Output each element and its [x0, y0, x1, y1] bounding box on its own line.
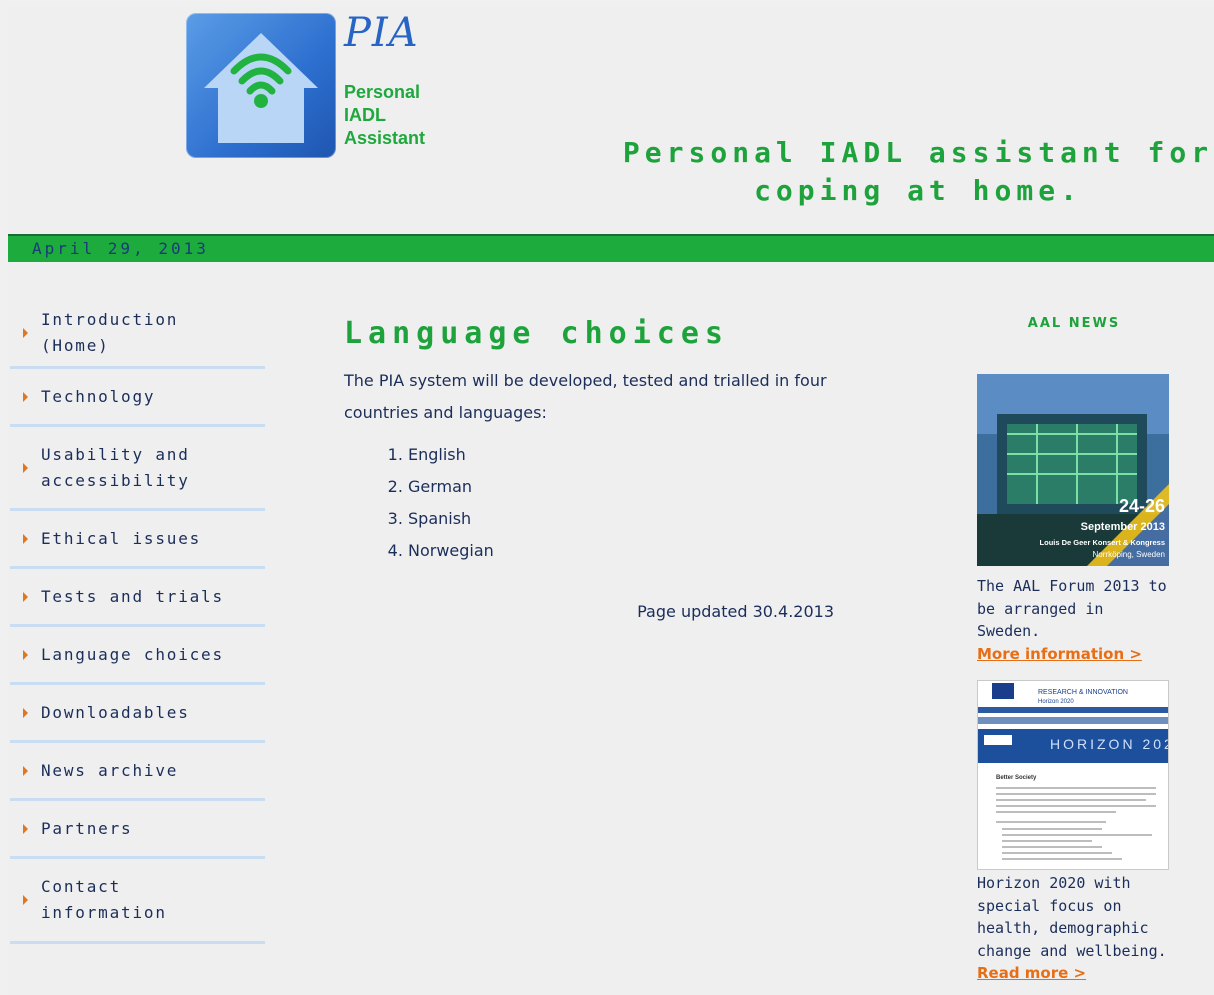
list-item: German	[408, 471, 844, 503]
arrow-right-icon	[23, 895, 28, 905]
sidebar-item-contact[interactable]: Contact information	[10, 859, 265, 944]
sidebar-item-label[interactable]: Usability and accessibility	[41, 442, 190, 494]
arrow-right-icon	[23, 649, 28, 660]
intro-text: The PIA system will be developed, tested…	[344, 371, 827, 422]
tagline-line: coping at home.	[754, 174, 1082, 207]
page: PIA Personal IADL Assistant Personal IAD…	[8, 6, 1214, 995]
label-line: (Home)	[41, 336, 110, 355]
label-line: Contact	[41, 877, 122, 896]
image-caption: 24-26	[1119, 496, 1165, 516]
news-text: Horizon 2020 with special focus on healt…	[977, 874, 1167, 960]
sidebar-item-tests-trials[interactable]: Tests and trials	[10, 569, 265, 627]
tagline-line: Personal IADL assistant for	[622, 136, 1214, 169]
image-caption: September 2013	[1081, 521, 1165, 533]
brand-line: IADL	[344, 105, 386, 125]
current-date: April 29, 2013	[32, 239, 209, 258]
sidebar-item-usability[interactable]: Usability and accessibility	[10, 427, 265, 511]
site-tagline: Personal IADL assistant for coping at ho…	[568, 134, 1214, 210]
image-caption: Better Society	[996, 775, 1037, 781]
list-item: Norwegian	[408, 535, 844, 567]
sidebar-item-downloadables[interactable]: Downloadables	[10, 685, 265, 743]
sidebar-item-label[interactable]: Downloadables	[41, 700, 190, 726]
pia-logo[interactable]	[186, 13, 336, 158]
image-caption: Horizon 2020	[1038, 699, 1074, 705]
page-updated: Page updated 30.4.2013	[637, 602, 834, 621]
more-information-link[interactable]: More information >	[977, 645, 1142, 663]
sidebar-item-label[interactable]: Technology	[41, 384, 155, 410]
label-line: accessibility	[41, 470, 190, 490]
brand-line: Assistant	[344, 128, 426, 148]
sidebar-item-label[interactable]: Partners	[41, 816, 132, 842]
sidebar-item-partners[interactable]: Partners	[10, 801, 265, 859]
list-item: English	[408, 439, 844, 471]
arrow-right-icon	[23, 823, 28, 834]
read-more-link[interactable]: Read more >	[977, 964, 1086, 982]
arrow-right-icon	[23, 707, 28, 718]
sidebar-item-introduction[interactable]: Introduction (Home)	[10, 300, 265, 369]
aal-forum-image[interactable]: 24-26 September 2013 Louis De Geer Konse…	[977, 374, 1169, 566]
list-item: Spanish	[408, 503, 844, 535]
news-text: The AAL Forum 2013 to be arranged in Swe…	[977, 577, 1167, 640]
main-content: Language choices The PIA system will be …	[344, 316, 844, 621]
arrow-right-icon	[23, 462, 28, 473]
news-heading: AAL NEWS	[1027, 316, 1121, 331]
sidebar-item-technology[interactable]: Technology	[10, 369, 265, 427]
arrow-right-icon	[23, 765, 28, 776]
sidebar-item-label[interactable]: Introduction (Home)	[41, 307, 178, 359]
page-title: Language choices	[344, 316, 729, 351]
news-item-aal-forum: The AAL Forum 2013 to be arranged in Swe…	[977, 575, 1171, 665]
brand-subtitle: Personal IADL Assistant	[344, 81, 425, 150]
sidebar-item-label[interactable]: Tests and trials	[41, 584, 224, 610]
arrow-right-icon	[23, 328, 28, 338]
image-caption: HORIZON 2020	[1050, 736, 1168, 752]
brand-title: PIA	[344, 10, 419, 56]
sidebar-item-label[interactable]: News archive	[41, 758, 178, 784]
image-caption: Louis De Geer Konsert & Kongress	[1040, 538, 1165, 547]
arrow-right-icon	[23, 533, 28, 544]
horizon-2020-image[interactable]: RESEARCH & INNOVATION Horizon 2020 HORIZ…	[977, 680, 1169, 870]
horizon-page-screenshot: RESEARCH & INNOVATION Horizon 2020 HORIZ…	[978, 681, 1168, 869]
brand-line: Personal	[344, 82, 421, 102]
sidebar-nav: Introduction (Home) Technology Usability…	[10, 300, 265, 944]
image-caption: Norrköping, Sweden	[1093, 550, 1165, 559]
sidebar-item-label[interactable]: Contact information	[41, 874, 167, 926]
date-bar: April 29, 2013	[8, 234, 1214, 262]
sidebar-item-language-choices[interactable]: Language choices	[10, 627, 265, 685]
sidebar-item-ethical-issues[interactable]: Ethical issues	[10, 511, 265, 569]
building-photo: 24-26 September 2013 Louis De Geer Konse…	[977, 374, 1169, 566]
sidebar-item-label[interactable]: Language choices	[41, 642, 224, 668]
label-line: Introduction	[41, 310, 179, 329]
arrow-right-icon	[23, 591, 28, 602]
sidebar-item-label[interactable]: Ethical issues	[41, 526, 201, 552]
sidebar-item-news-archive[interactable]: News archive	[10, 743, 265, 801]
language-list: English German Spanish Norwegian	[344, 439, 844, 567]
label-line: information	[41, 903, 167, 922]
label-line: Usability and	[41, 444, 190, 464]
house-wifi-icon	[204, 33, 318, 143]
news-column: AAL NEWS 24-26 September 2013 Louis De G…	[977, 316, 1171, 982]
image-caption: RESEARCH & INNOVATION	[1038, 689, 1128, 696]
arrow-right-icon	[23, 391, 28, 402]
news-item-horizon: Horizon 2020 with special focus on healt…	[977, 872, 1171, 985]
